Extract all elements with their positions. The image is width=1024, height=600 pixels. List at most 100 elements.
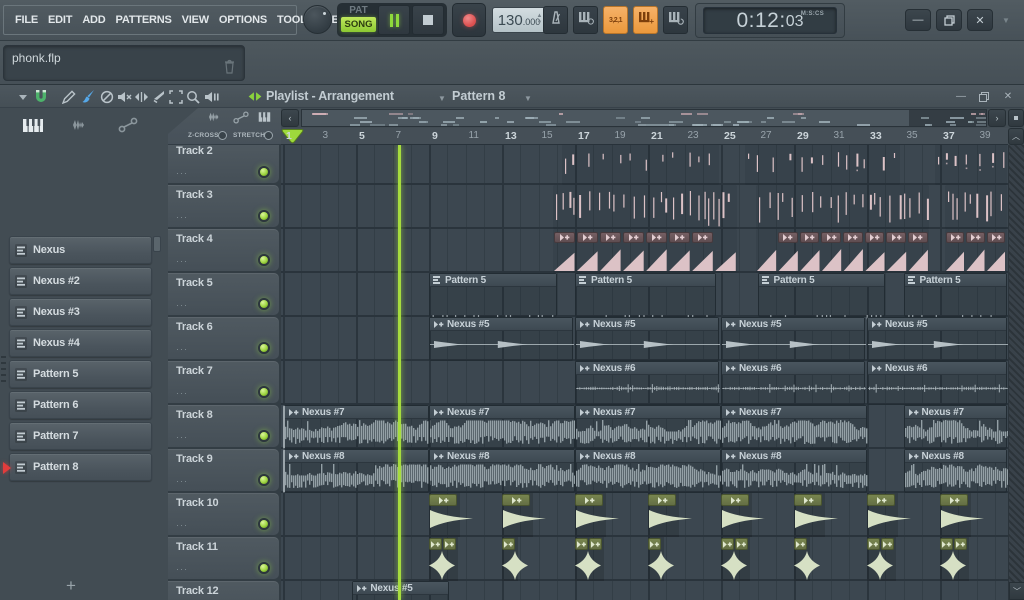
track-header[interactable]: Track 12··· [168, 581, 279, 600]
picker-item-nexus-2[interactable]: Nexus #2 [9, 267, 152, 295]
menu-item-patterns[interactable]: PATTERNS [111, 14, 177, 26]
close-button[interactable]: ✕ [967, 9, 993, 31]
clip-audio-fuzz[interactable]: Nexus #6 [575, 361, 719, 405]
automation-tab-icon[interactable] [232, 111, 250, 124]
clip-chops[interactable] [553, 229, 737, 273]
track-led[interactable] [258, 298, 270, 310]
project-title-field[interactable]: phonk.flp [3, 45, 245, 81]
clip-header[interactable]: Nexus #7 [576, 406, 720, 419]
chop-clip-header[interactable] [669, 232, 690, 243]
chop-clip-header[interactable] [966, 232, 985, 243]
clip-header[interactable]: Nexus #7 [905, 406, 1007, 419]
minimap-scroll-left-button[interactable]: ‹ [281, 109, 299, 127]
clip-header[interactable]: Nexus #6 [722, 362, 864, 375]
audio-tab-icon[interactable] [204, 111, 226, 123]
hit-clip-header[interactable] [575, 538, 588, 550]
chop-clip-header[interactable] [908, 232, 928, 243]
clip-header[interactable]: Nexus #5 [576, 318, 718, 331]
track-name[interactable]: Track 12 [176, 585, 218, 597]
scroll-up-button[interactable]: ︿ [1008, 128, 1024, 145]
track-name[interactable]: Track 5 [176, 277, 213, 289]
track-options[interactable]: ··· [176, 432, 188, 442]
playlist-minimize-button[interactable]: — [952, 89, 970, 104]
clip-audio-dense[interactable]: Nexus #7 [904, 405, 1008, 449]
track-header[interactable]: Track 9··· [168, 449, 279, 491]
track-header[interactable]: Track 2··· [168, 145, 279, 183]
chop-clip-header[interactable] [623, 232, 644, 243]
clip-decay[interactable] [940, 493, 971, 537]
clip-header[interactable]: Nexus #8 [905, 450, 1007, 463]
hit-clip-header[interactable] [721, 538, 734, 550]
clip-audio-fuzz[interactable]: Nexus #6 [721, 361, 865, 405]
chop-clip-header[interactable] [946, 232, 965, 243]
chop-clip-header[interactable] [554, 232, 575, 243]
picker-scrollbar[interactable] [153, 236, 161, 252]
brush-tool[interactable] [79, 88, 97, 105]
clip-header[interactable]: Nexus #5 [868, 318, 1006, 331]
mute-tool[interactable] [115, 88, 133, 105]
clip-header[interactable]: Nexus #7 [430, 406, 574, 419]
track-header[interactable]: Track 11··· [168, 537, 279, 579]
clip-audio-dense[interactable]: Nexus #8 [904, 449, 1008, 493]
master-shuffle-knob[interactable] [303, 5, 332, 34]
hit-clip-header[interactable] [443, 538, 456, 550]
song-label[interactable]: SONG [341, 17, 376, 32]
clip-spikes[interactable] [945, 185, 1007, 229]
clip-audio-blob[interactable]: Nexus #5 [575, 317, 719, 361]
clip-header[interactable]: Nexus #8 [576, 450, 720, 463]
stretch-toggle[interactable] [264, 131, 273, 140]
track-led[interactable] [258, 430, 270, 442]
time-display[interactable]: 0:12:03 M:S:CS [703, 7, 837, 34]
track-name[interactable]: Track 3 [176, 189, 213, 201]
clip-header[interactable]: Nexus #7 [285, 406, 428, 419]
hit-clip-header[interactable] [502, 538, 515, 550]
menu-item-edit[interactable]: EDIT [43, 14, 77, 26]
chop-clip-header[interactable] [778, 232, 798, 243]
chop-clip-header[interactable] [821, 232, 841, 243]
hit-clip-header[interactable] [940, 538, 953, 550]
pause-button[interactable] [378, 5, 410, 35]
clip-audio-dense[interactable]: Nexus #8 [721, 449, 867, 493]
minimize-button[interactable]: — [905, 9, 931, 31]
toolbar-overflow-caret[interactable]: ▼ [1002, 16, 1010, 25]
hit-clip-header[interactable] [794, 538, 807, 550]
clip-source-icon[interactable] [246, 88, 264, 105]
recent-projects-icon[interactable] [223, 59, 236, 74]
picker-item-pattern-8[interactable]: Pattern 8 [9, 453, 152, 481]
clip-star[interactable] [575, 537, 604, 581]
hit-clip-header[interactable] [648, 538, 661, 550]
clip-audio-dense[interactable]: Nexus #7 [283, 405, 429, 449]
track-name[interactable]: Track 10 [176, 497, 218, 509]
clip-star[interactable] [940, 537, 969, 581]
playlist-maximize-button[interactable] [975, 89, 993, 104]
track-name[interactable]: Track 9 [176, 453, 213, 465]
track-name[interactable]: Track 4 [176, 233, 213, 245]
clip-spikes[interactable] [935, 145, 1007, 185]
no-draw-tool[interactable] [98, 88, 116, 105]
chop-clip-header[interactable] [646, 232, 667, 243]
picker-item-pattern-5[interactable]: Pattern 5 [9, 360, 152, 388]
clip-spikes[interactable] [553, 185, 737, 229]
menu-item-add[interactable]: ADD [77, 14, 110, 26]
hit-clip-header[interactable] [940, 494, 968, 506]
clip-audio-blob[interactable]: Nexus #5 [721, 317, 865, 361]
clip-star[interactable] [867, 537, 896, 581]
timeline-ruler[interactable]: 13579111315171921232527293133353739 [281, 128, 1008, 145]
track-options[interactable]: ··· [176, 256, 188, 266]
clip-audio-dense[interactable]: Nexus #8 [283, 449, 429, 493]
clip-star[interactable] [721, 537, 750, 581]
picker-item-pattern-7[interactable]: Pattern 7 [9, 422, 152, 450]
menu-item-options[interactable]: OPTIONS [214, 14, 272, 26]
hit-clip-header[interactable] [502, 494, 530, 506]
menu-item-view[interactable]: VIEW [177, 14, 214, 26]
track-led[interactable] [258, 386, 270, 398]
clip-pattern[interactable]: Pattern 5 [575, 273, 716, 317]
track-led[interactable] [258, 474, 270, 486]
clip-header[interactable]: Nexus #6 [868, 362, 1006, 375]
clip-pattern[interactable]: Pattern 5 [758, 273, 886, 317]
clip-decay[interactable] [502, 493, 533, 537]
picker-item-nexus-3[interactable]: Nexus #3 [9, 298, 152, 326]
track-options[interactable]: ··· [176, 388, 188, 398]
scroll-down-button[interactable]: ﹀ [1009, 582, 1024, 600]
chop-clip-header[interactable] [692, 232, 713, 243]
